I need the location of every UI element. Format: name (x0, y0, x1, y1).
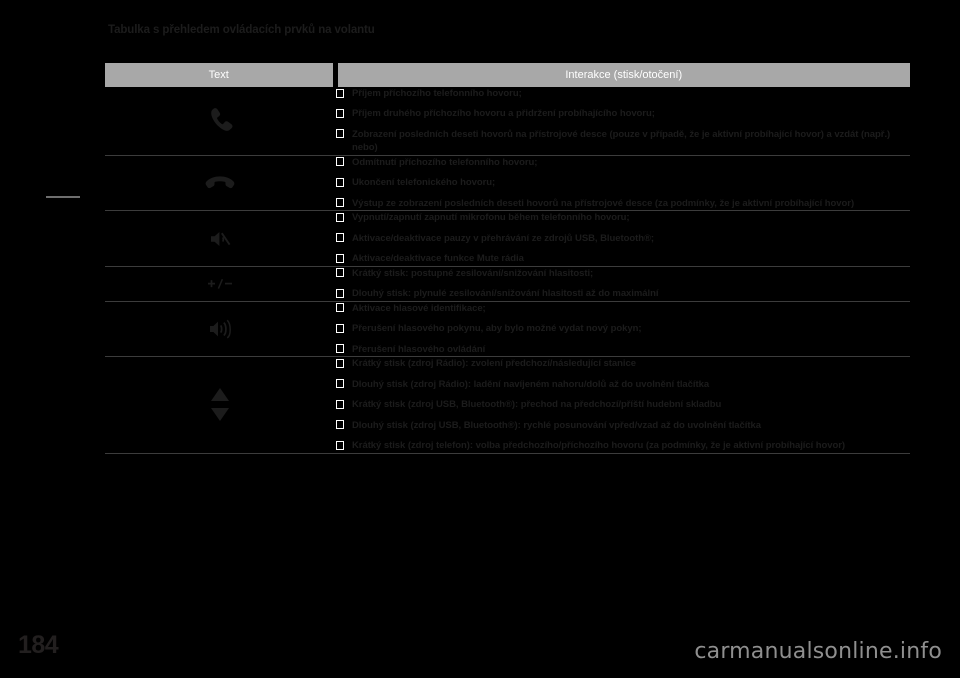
list-item: Vypnutí/zapnutí zapnutí mikrofonu během … (335, 211, 910, 224)
speaker-mute-icon (211, 231, 231, 246)
description-cell: Aktivace hlasové identifikace; Přerušení… (335, 301, 910, 358)
bullet-list: Krátký stisk: postupné zesilování/snižov… (335, 267, 910, 301)
description-cell: Krátký stisk (zdroj Rádio): zvolení před… (335, 356, 910, 454)
up-down-arrows-icon (105, 388, 335, 422)
list-item: Výstup ze zobrazení posledních deseti ho… (335, 197, 910, 210)
list-item: Zobrazení posledních deseti hovorů na př… (335, 128, 910, 155)
table-header-row: Text Interakce (stisk/otočení) (105, 63, 910, 87)
phone-hangup-icon (205, 176, 235, 189)
table-header: Text Interakce (stisk/otočení) (105, 63, 910, 87)
list-item: Odmítnutí příchozího telefonního hovoru; (335, 156, 910, 169)
page-content: Tabulka s přehledem ovládacích prvků na … (105, 0, 910, 678)
page-number: 184 (18, 631, 59, 659)
icon-cell (105, 210, 335, 267)
arrow-up-icon (211, 388, 229, 402)
list-item: Krátký stisk: postupné zesilování/snižov… (335, 267, 910, 280)
icon-cell (105, 155, 335, 212)
description-cell: Příjem příchozího telefonního hovoru; Př… (335, 87, 910, 156)
site-watermark: carmanualsonline.info (694, 639, 942, 664)
list-item: Přerušení hlasového pokynu, aby bylo mož… (335, 322, 910, 335)
list-item: Dlouhý stisk (zdroj Rádio): ladění navíj… (335, 378, 910, 391)
list-item: Aktivace/deaktivace pauzy v přehrávání z… (335, 232, 910, 245)
phone-handset-icon (211, 108, 233, 131)
description-cell: Vypnutí/zapnutí zapnutí mikrofonu během … (335, 210, 910, 267)
description-cell: Krátký stisk: postupné zesilování/snižov… (335, 266, 910, 302)
chapter-side-rail: MULTIMEDIA 184 (0, 0, 156, 678)
list-item: Příjem příchozího telefonního hovoru; (335, 87, 910, 100)
table-row: Odmítnutí příchozího telefonního hovoru;… (105, 155, 910, 212)
steering-wheel-controls-table: Text Interakce (stisk/otočení) Příjem př… (105, 63, 910, 454)
description-cell: Odmítnutí příchozího telefonního hovoru;… (335, 155, 910, 212)
column-header-interaction: Interakce (stisk/otočení) (335, 63, 910, 87)
list-item: Aktivace/deaktivace funkce Mute rádia (335, 252, 910, 265)
icon-cell (105, 266, 335, 302)
bullet-list: Aktivace hlasové identifikace; Přerušení… (335, 302, 910, 356)
table-row: Příjem příchozího telefonního hovoru; Př… (105, 87, 910, 156)
bullet-list: Odmítnutí příchozího telefonního hovoru;… (335, 156, 910, 210)
column-header-text: Text (105, 63, 338, 87)
voice-recognition-icon (210, 319, 231, 339)
list-item: Krátký stisk (zdroj USB, Bluetooth®): př… (335, 398, 910, 411)
page-title: Tabulka s přehledem ovládacích prvků na … (108, 24, 375, 36)
list-item: Krátký stisk (zdroj Rádio): zvolení před… (335, 357, 910, 370)
icon-cell (105, 87, 335, 156)
list-item: Krátký stisk (zdroj telefon): volba před… (335, 439, 910, 452)
icon-cell (105, 356, 335, 454)
bullet-list: Krátký stisk (zdroj Rádio): zvolení před… (335, 357, 910, 452)
table-row: Krátký stisk (zdroj Rádio): zvolení před… (105, 356, 910, 454)
rail-divider (46, 196, 80, 198)
icon-cell (105, 301, 335, 358)
list-item: Dlouhý stisk (zdroj USB, Bluetooth®): ry… (335, 419, 910, 432)
table-row: Krátký stisk: postupné zesilování/snižov… (105, 266, 910, 302)
list-item: Ukončení telefonického hovoru; (335, 176, 910, 189)
plus-minus-icon (208, 278, 232, 289)
table-row: Vypnutí/zapnutí zapnutí mikrofonu během … (105, 210, 910, 267)
bullet-list: Vypnutí/zapnutí zapnutí mikrofonu během … (335, 211, 910, 265)
list-item: Příjem druhého příchozího hovoru a přidr… (335, 107, 910, 120)
list-item: Dlouhý stisk: plynulé zesilování/snižová… (335, 287, 910, 300)
arrow-down-icon (211, 408, 229, 422)
list-item: Aktivace hlasové identifikace; (335, 302, 910, 315)
bullet-list: Příjem příchozího telefonního hovoru; Př… (335, 87, 910, 155)
table-body: Příjem příchozího telefonního hovoru; Př… (105, 87, 910, 454)
table-row: Aktivace hlasové identifikace; Přerušení… (105, 301, 910, 358)
list-item: Přerušení hlasového ovládání (335, 343, 910, 356)
